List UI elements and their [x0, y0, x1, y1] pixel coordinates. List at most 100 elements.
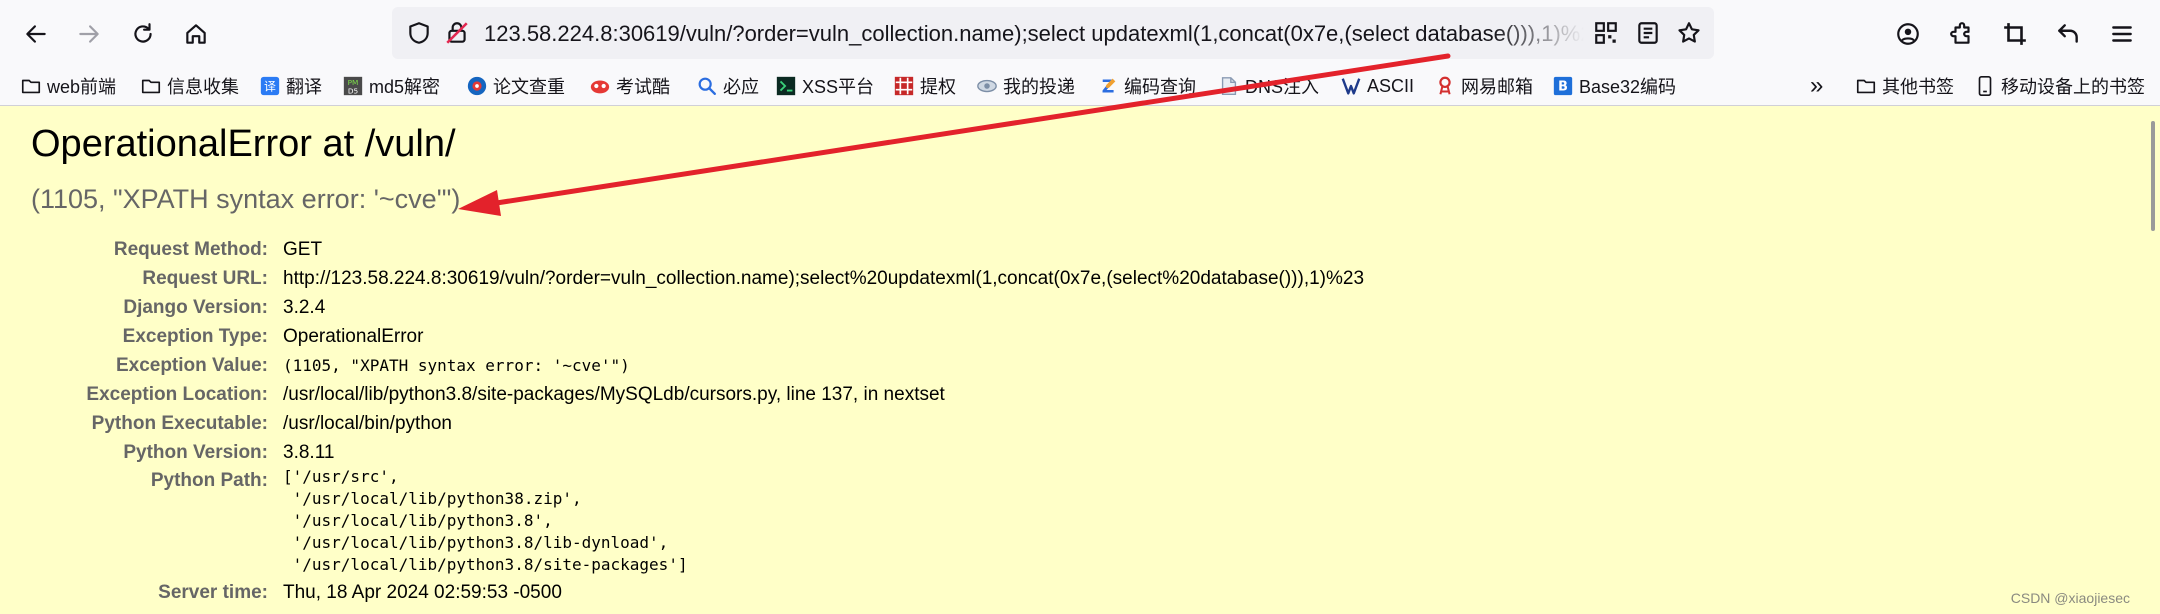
- bookmark-label: 移动设备上的书签: [2001, 77, 2145, 97]
- bookmarks-bar: web前端 信息收集 译 翻译 PM D5 md5解密 论文查重 考试酷 必应 X…: [0, 66, 2160, 106]
- bookmark-folder-info[interactable]: 信息收集: [140, 73, 239, 99]
- forward-icon[interactable]: [68, 13, 110, 55]
- meta-label: Exception Type:: [122, 326, 268, 347]
- svg-text:译: 译: [264, 80, 276, 94]
- meta-row: Request URL: http://123.58.224.8:30619/vu…: [0, 264, 2146, 293]
- bookmark-folder-mobile[interactable]: 移动设备上的书签: [1974, 73, 2145, 99]
- bookmark-label: 编码查询: [1124, 77, 1196, 97]
- meta-value: GET: [283, 239, 323, 260]
- bookmark-label: XSS平台: [802, 77, 875, 97]
- meta-value: OperationalError: [283, 326, 424, 347]
- bookmark-code-query[interactable]: Z 编码查询: [1097, 73, 1196, 99]
- qr-code-icon[interactable]: [1593, 20, 1619, 46]
- meta-row: Python Executable: /usr/local/bin/python: [0, 409, 2146, 438]
- bookmark-folder-web[interactable]: web前端: [20, 73, 116, 99]
- mobile-device-icon: [1974, 75, 1996, 97]
- bookmark-folder-other[interactable]: 其他书签: [1855, 73, 1954, 99]
- python-path-entry: ['/usr/src',: [283, 467, 399, 486]
- bookmark-label: 必应: [723, 77, 759, 97]
- bookmark-delivery[interactable]: 我的投递: [976, 73, 1075, 99]
- account-icon[interactable]: [1887, 13, 1929, 55]
- meta-row: Django Version: 3.2.4: [0, 293, 2146, 322]
- meta-label: Request Method:: [113, 239, 268, 260]
- meta-row: Request Method: GET: [0, 235, 2146, 264]
- folder-icon: [20, 75, 42, 97]
- folder-icon: [1855, 75, 1877, 97]
- meta-row-server-time: Server time: Thu, 18 Apr 2024 02:59:53 -…: [0, 578, 2146, 607]
- crop-icon[interactable]: [1994, 13, 2036, 55]
- bookmark-xss[interactable]: XSS平台: [775, 73, 874, 99]
- url-fade: [1492, 17, 1584, 49]
- meta-label: Python Path:: [150, 470, 268, 491]
- bookmark-label: Base32编码: [1579, 77, 1677, 97]
- insecure-lock-icon[interactable]: [444, 20, 470, 46]
- bookmark-privesc[interactable]: 提权: [893, 73, 956, 99]
- meta-row: Exception Value: (1105, "XPATH syntax err…: [0, 351, 2146, 380]
- watermark: CSDN @xiaojiesec: [2010, 590, 2130, 606]
- scrollbar-thumb[interactable]: [2151, 121, 2155, 231]
- bookmark-base32[interactable]: B Base32编码: [1552, 73, 1676, 99]
- xss-icon: [775, 75, 797, 97]
- bookmark-bing[interactable]: 必应: [696, 73, 759, 99]
- meta-label: Request URL:: [142, 268, 268, 289]
- meta-label: Exception Value:: [115, 355, 268, 376]
- bookmark-ascii[interactable]: ASCII: [1340, 73, 1414, 99]
- bookmark-md5[interactable]: PM D5 md5解密: [342, 73, 440, 99]
- back-icon[interactable]: [15, 13, 57, 55]
- meta-label: Python Version:: [123, 442, 268, 463]
- meta-value: /usr/local/bin/python: [283, 413, 452, 434]
- browser-toolbar: 123.58.224.8:30619/vuln/?order=vuln_coll…: [0, 0, 2160, 66]
- bookmark-label: 网易邮箱: [1461, 77, 1533, 97]
- home-icon[interactable]: [175, 13, 217, 55]
- bookmark-label: 提权: [920, 77, 956, 97]
- meta-label: Server time:: [158, 582, 268, 603]
- error-title: OperationalError at /vuln/: [31, 123, 456, 165]
- python-path-entry: '/usr/local/lib/python3.8/site-packages'…: [283, 555, 688, 574]
- dns-icon: [1218, 75, 1240, 97]
- mail-icon: [1434, 75, 1456, 97]
- python-path-entry: '/usr/local/lib/python3.8',: [283, 511, 553, 530]
- bookmark-label: 其他书签: [1882, 77, 1954, 97]
- error-message: (1105, "XPATH syntax error: '~cve'"): [31, 184, 461, 214]
- undo-icon[interactable]: [2047, 13, 2089, 55]
- extensions-icon[interactable]: [1941, 13, 1983, 55]
- python-path-list: ['/usr/src', '/usr/local/lib/python38.zi…: [283, 466, 688, 576]
- meta-row: Exception Type: OperationalError: [0, 322, 2146, 351]
- python-path-entry: '/usr/local/lib/python38.zip',: [283, 489, 582, 508]
- error-page: OperationalError at /vuln/ (1105, "XPATH…: [0, 107, 2146, 614]
- meta-value: 3.8.11: [283, 442, 335, 463]
- bookmark-label: 我的投递: [1003, 77, 1075, 97]
- bookmark-label: ASCII: [1367, 75, 1415, 96]
- address-bar[interactable]: 123.58.224.8:30619/vuln/?order=vuln_coll…: [392, 7, 1714, 59]
- bing-icon: [696, 75, 718, 97]
- url-text[interactable]: 123.58.224.8:30619/vuln/?order=vuln_coll…: [484, 20, 1584, 48]
- bookmark-paper-check[interactable]: 论文查重: [466, 73, 565, 99]
- bookmark-mail[interactable]: 网易邮箱: [1434, 73, 1533, 99]
- bookmarks-overflow-button[interactable]: »: [1810, 72, 1823, 99]
- reload-icon[interactable]: [122, 13, 164, 55]
- meta-row: Exception Location: /usr/local/lib/python…: [0, 380, 2146, 409]
- menu-icon[interactable]: [2101, 13, 2143, 55]
- bookmark-exam[interactable]: 考试酷: [589, 73, 670, 99]
- bookmark-dns[interactable]: DNS注入: [1218, 73, 1319, 99]
- bookmark-label: md5解密: [369, 77, 441, 97]
- bookmark-label: 翻译: [286, 77, 322, 97]
- folder-icon: [140, 75, 162, 97]
- translate-icon: 译: [259, 75, 281, 97]
- bookmark-translate[interactable]: 译 翻译: [259, 73, 322, 99]
- bookmark-label: 考试酷: [616, 77, 670, 97]
- shield-icon[interactable]: [406, 20, 432, 46]
- bookmark-star-icon[interactable]: [1676, 20, 1702, 46]
- paper-check-icon: [466, 75, 488, 97]
- svg-text:D5: D5: [348, 86, 359, 95]
- reader-view-icon[interactable]: [1635, 20, 1661, 46]
- meta-row: Python Version: 3.8.11: [0, 438, 2146, 467]
- privesc-icon: [893, 75, 915, 97]
- meta-value: (1105, "XPATH syntax error: '~cve'"): [283, 356, 630, 375]
- bookmark-label: DNS注入: [1245, 77, 1320, 97]
- meta-value: http://123.58.224.8:30619/vuln/?order=vu…: [283, 268, 1365, 289]
- ascii-icon: [1340, 75, 1362, 97]
- base32-icon: B: [1552, 75, 1574, 97]
- delivery-icon: [976, 75, 998, 97]
- vertical-scrollbar[interactable]: [2146, 107, 2160, 614]
